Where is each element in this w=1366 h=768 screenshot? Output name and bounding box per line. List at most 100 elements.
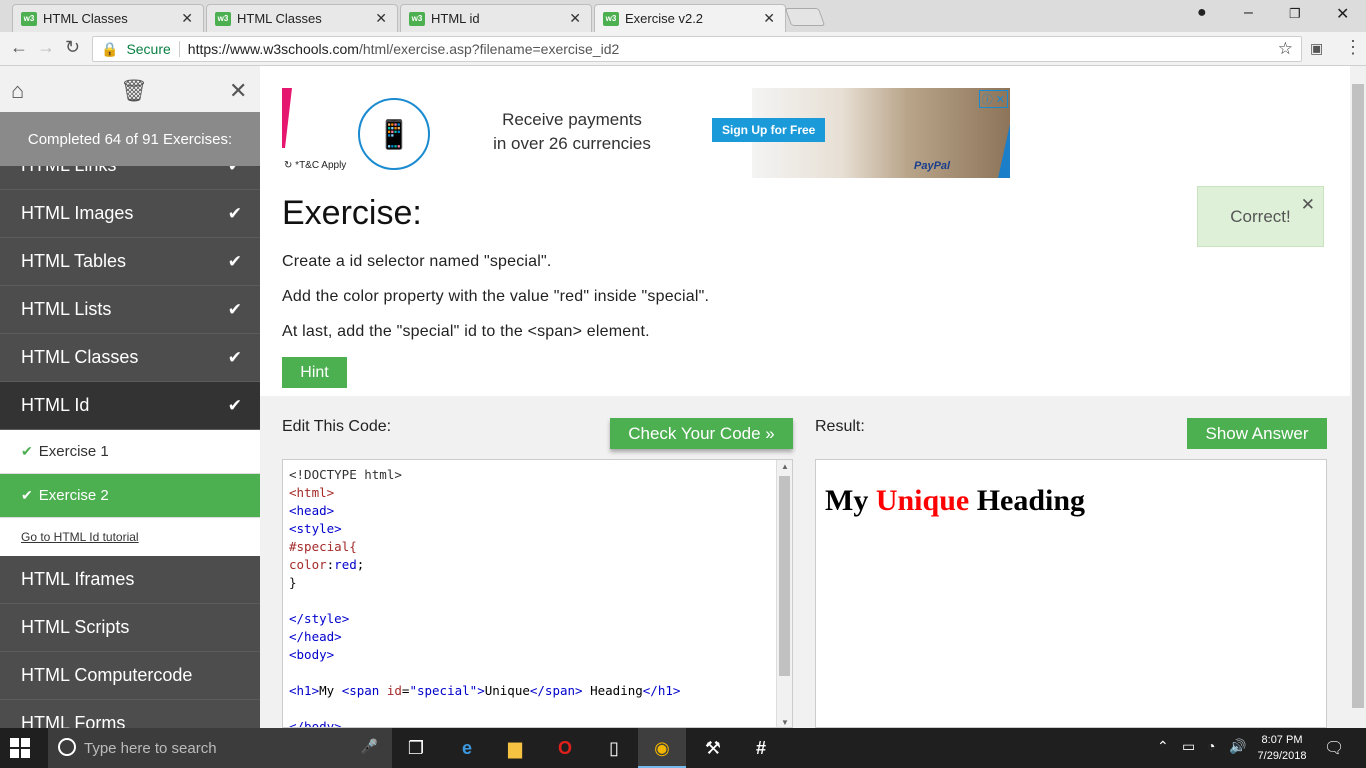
- tab-close-icon[interactable]: ✕: [181, 10, 193, 27]
- opera-icon[interactable]: O: [553, 736, 577, 760]
- tutorial-link[interactable]: Go to HTML Id tutorial: [0, 518, 260, 556]
- editor-scrollbar[interactable]: ▲ ▼: [776, 460, 792, 727]
- editor-scroll-thumb[interactable]: [779, 476, 790, 676]
- code-line[interactable]: <html>: [289, 484, 680, 502]
- file-explorer-icon[interactable]: ▆: [503, 736, 527, 760]
- minimize-icon[interactable]: –: [1244, 4, 1253, 22]
- browser-tab-active[interactable]: w3 Exercise v2.2 ✕: [594, 4, 786, 32]
- ad-choices-icon[interactable]: ⓘ ✕: [978, 90, 1008, 108]
- sidebar-item-html-images[interactable]: HTML Images ✔: [0, 190, 260, 238]
- tab-title: HTML Classes: [43, 11, 128, 26]
- code-line[interactable]: </head>: [289, 628, 680, 646]
- code-line[interactable]: </body>: [289, 718, 680, 727]
- code-line[interactable]: <!DOCTYPE html>: [289, 466, 680, 484]
- reload-icon[interactable]: ↻: [65, 37, 80, 58]
- w3schools-favicon-icon: w3: [215, 11, 231, 26]
- page-scroll-thumb[interactable]: [1352, 84, 1364, 708]
- scroll-up-arrow-icon[interactable]: ▲: [781, 462, 789, 471]
- window-close-icon[interactable]: ✕: [1336, 4, 1349, 24]
- address-bar[interactable]: 🔒 Secure https://www.w3schools.com/html/…: [92, 36, 1302, 62]
- extension-icon[interactable]: ▣: [1310, 40, 1323, 57]
- forward-arrow-icon[interactable]: →: [37, 37, 55, 58]
- checkmark-icon: ✔: [21, 487, 33, 503]
- sidebar-item-html-scripts[interactable]: HTML Scripts: [0, 604, 260, 652]
- refresh-icon: ↻: [284, 160, 296, 171]
- code-line[interactable]: </style>: [289, 610, 680, 628]
- tray-expand-icon[interactable]: ⌃: [1157, 738, 1169, 755]
- sub-item-label: Exercise 1: [38, 443, 109, 460]
- code-line[interactable]: [289, 700, 680, 718]
- code-line[interactable]: <head>: [289, 502, 680, 520]
- edge-browser-icon[interactable]: e: [455, 736, 479, 760]
- sidebar-item-html-computercode[interactable]: HTML Computercode: [0, 652, 260, 700]
- tab-close-icon[interactable]: ✕: [569, 10, 581, 27]
- tab-close-icon[interactable]: ✕: [375, 10, 387, 27]
- close-sidebar-icon[interactable]: ✕: [229, 78, 247, 104]
- result-frame: My Unique Heading: [815, 459, 1327, 728]
- sidebar-sub-exercise-2[interactable]: ✔ Exercise 2: [0, 474, 260, 518]
- code-line[interactable]: <style>: [289, 520, 680, 538]
- hint-button[interactable]: Hint: [282, 357, 347, 388]
- trash-icon[interactable]: 🗑: [120, 78, 148, 104]
- code-line[interactable]: [289, 592, 680, 610]
- browser-tab[interactable]: w3 HTML Classes ✕: [12, 4, 204, 32]
- show-answer-button[interactable]: Show Answer: [1187, 418, 1327, 449]
- code-line[interactable]: color:red;: [289, 556, 680, 574]
- page-scrollbar[interactable]: [1350, 66, 1366, 728]
- sidebar-item-html-tables[interactable]: HTML Tables ✔: [0, 238, 260, 286]
- menu-dots-icon[interactable]: ⋮: [1344, 37, 1362, 58]
- notepad-icon[interactable]: ▯: [602, 736, 626, 760]
- taskbar-search-box[interactable]: Type here to search 🎤: [48, 728, 392, 768]
- sidebar-item-html-forms[interactable]: HTML Forms: [0, 700, 260, 728]
- sidebar-item-html-classes[interactable]: HTML Classes ✔: [0, 334, 260, 382]
- browser-tab[interactable]: w3 HTML id ✕: [400, 4, 592, 32]
- sidebar-item-html-id[interactable]: HTML Id ✔: [0, 382, 260, 430]
- code-lines[interactable]: <!DOCTYPE html> <html> <head> <style> #speci…: [289, 466, 680, 727]
- code-line[interactable]: <h1>My <span id="special">Unique</span> …: [289, 682, 680, 700]
- bookmark-star-icon[interactable]: ☆: [1278, 39, 1293, 59]
- home-icon[interactable]: ⌂: [11, 78, 24, 104]
- slack-icon[interactable]: #: [749, 736, 773, 760]
- wifi-icon[interactable]: ◔: [1207, 738, 1215, 754]
- code-editor[interactable]: <!DOCTYPE html> <html> <head> <style> #speci…: [282, 459, 793, 728]
- ad-message: Receive payments in over 26 currencies: [482, 108, 662, 156]
- sidebar-item-html-iframes[interactable]: HTML Iframes: [0, 556, 260, 604]
- tab-title: HTML Classes: [237, 11, 322, 26]
- windows-start-icon[interactable]: [10, 738, 30, 758]
- cortana-icon: [58, 738, 76, 756]
- tab-close-icon[interactable]: ✕: [763, 10, 775, 27]
- ad-signup-button[interactable]: Sign Up for Free: [712, 118, 826, 142]
- new-tab-button[interactable]: [784, 8, 826, 26]
- check-code-button[interactable]: Check Your Code »: [610, 418, 793, 449]
- sidebar-item-label: HTML Id: [21, 395, 90, 415]
- battery-icon[interactable]: ▭: [1182, 738, 1195, 755]
- browser-tab-strip: w3 HTML Classes ✕ w3 HTML Classes ✕ w3 H…: [0, 0, 1366, 32]
- checkmark-icon: ✔: [227, 251, 242, 271]
- back-arrow-icon[interactable]: ←: [10, 37, 28, 58]
- code-line[interactable]: #special{: [289, 538, 680, 556]
- sidebar-item-html-lists[interactable]: HTML Lists ✔: [0, 286, 260, 334]
- correct-notification: Correct! ✕: [1197, 186, 1324, 247]
- code-line[interactable]: <body>: [289, 646, 680, 664]
- code-line[interactable]: }: [289, 574, 680, 592]
- chrome-icon[interactable]: ◉: [650, 736, 674, 760]
- tools-app-icon[interactable]: ⚒: [701, 736, 725, 760]
- close-notification-icon[interactable]: ✕: [1301, 195, 1315, 215]
- microphone-icon[interactable]: 🎤: [361, 738, 378, 755]
- browser-toolbar: ← → ↻ 🔒 Secure https://www.w3schools.com…: [0, 32, 1366, 66]
- checkmark-icon: ✔: [227, 203, 242, 223]
- payment-phone-icon: 📱: [358, 98, 430, 170]
- profile-icon[interactable]: ●: [1197, 4, 1207, 22]
- result-label: Result:: [815, 418, 865, 435]
- restore-icon[interactable]: ❐: [1289, 6, 1301, 22]
- code-line[interactable]: [289, 664, 680, 682]
- advertisement-banner[interactable]: 📱 ↻ *T&C Apply Receive payments in over …: [282, 88, 1010, 178]
- scroll-down-arrow-icon[interactable]: ▼: [781, 718, 789, 727]
- sidebar-sub-exercise-1[interactable]: ✔ Exercise 1: [0, 430, 260, 474]
- volume-icon[interactable]: 🔊: [1229, 738, 1246, 755]
- taskbar-clock[interactable]: 8:07 PM 7/29/2018: [1252, 732, 1312, 764]
- browser-tab[interactable]: w3 HTML Classes ✕: [206, 4, 398, 32]
- task-view-icon[interactable]: ❐: [404, 736, 428, 760]
- exercise-sidebar: ⌂ 🗑 ✕ Completed 64 of 91 Exercises: HTML…: [0, 66, 260, 728]
- notifications-icon[interactable]: 🗨: [1324, 738, 1344, 758]
